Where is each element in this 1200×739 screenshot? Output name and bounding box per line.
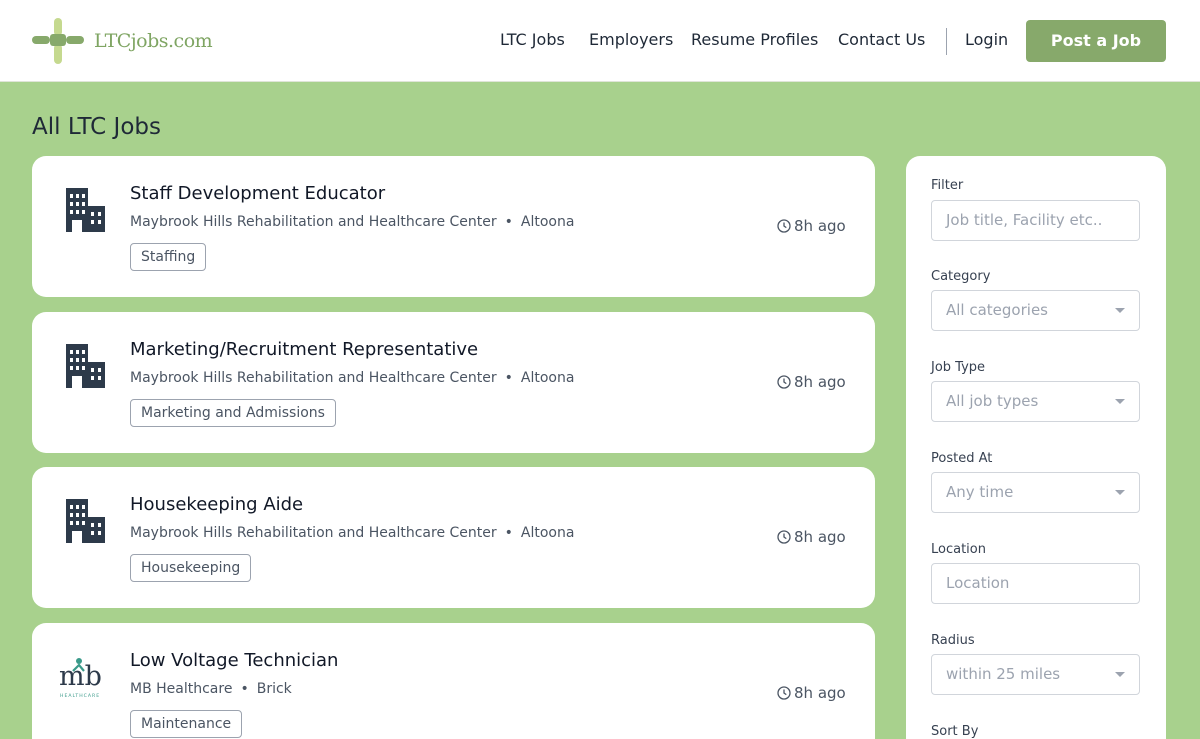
job-type-label: Job Type <box>931 360 986 375</box>
job-title[interactable]: Marketing/Recruitment Representative <box>130 339 478 360</box>
job-location: Altoona <box>520 214 575 230</box>
category-tag[interactable]: Maintenance <box>130 710 243 738</box>
location-label: Location <box>931 542 986 557</box>
job-meta: MB Healthcare • Brick <box>130 681 292 697</box>
category-tag[interactable]: Housekeeping <box>130 554 252 582</box>
posted-time-text: 8h ago <box>794 373 846 391</box>
job-title[interactable]: Housekeeping Aide <box>130 494 303 515</box>
job-title[interactable]: Low Voltage Technician <box>130 650 338 671</box>
page-title: All LTC Jobs <box>32 114 161 140</box>
posted-time: 8h ago <box>777 684 846 702</box>
sort-by-label: Sort By <box>931 724 979 739</box>
job-title[interactable]: Staff Development Educator <box>130 183 385 204</box>
chevron-down-icon <box>1115 308 1125 313</box>
category-select-value: All categories <box>946 301 1048 319</box>
site-logo[interactable]: LTCjobs.com <box>32 18 213 64</box>
svg-text:HEALTHCARE: HEALTHCARE <box>60 693 100 699</box>
company-name: Maybrook Hills Rehabilitation and Health… <box>130 214 497 230</box>
job-card[interactable]: mb HEALTHCARE Low Voltage Technician MB … <box>32 623 875 739</box>
location-input[interactable]: Location <box>931 563 1140 604</box>
filter-sidebar: Filter Job title, Facility etc.. Categor… <box>906 156 1166 739</box>
job-card[interactable]: Housekeeping Aide Maybrook Hills Rehabil… <box>32 467 875 608</box>
building-icon <box>66 499 105 543</box>
company-name: Maybrook Hills Rehabilitation and Health… <box>130 525 497 541</box>
post-job-button[interactable]: Post a Job <box>1026 20 1166 62</box>
clock-icon <box>777 686 791 700</box>
job-location: Altoona <box>520 525 575 541</box>
job-meta: Maybrook Hills Rehabilitation and Health… <box>130 370 574 386</box>
building-icon <box>66 344 105 388</box>
separator-dot: • <box>504 214 513 230</box>
nav-divider <box>946 28 947 55</box>
job-location: Altoona <box>520 370 575 386</box>
posted-time: 8h ago <box>777 528 846 546</box>
login-link[interactable]: Login <box>965 30 1008 49</box>
posted-at-label: Posted At <box>931 451 993 466</box>
separator-dot: • <box>504 370 513 386</box>
radius-select-value: within 25 miles <box>946 665 1061 683</box>
posted-at-select[interactable]: Any time <box>931 472 1140 513</box>
radius-select[interactable]: within 25 miles <box>931 654 1140 695</box>
nav-employers[interactable]: Employers <box>589 30 673 49</box>
clock-icon <box>777 375 791 389</box>
job-meta: Maybrook Hills Rehabilitation and Health… <box>130 525 574 541</box>
posted-time: 8h ago <box>777 373 846 391</box>
job-card[interactable]: Marketing/Recruitment Representative May… <box>32 312 875 453</box>
radius-label: Radius <box>931 633 975 648</box>
nav-resume-profiles[interactable]: Resume Profiles <box>691 30 818 49</box>
mb-healthcare-logo: mb HEALTHCARE <box>59 658 109 699</box>
building-icon <box>66 188 105 232</box>
clock-icon <box>777 530 791 544</box>
posted-time-text: 8h ago <box>794 528 846 546</box>
posted-at-select-value: Any time <box>946 483 1014 501</box>
posted-time-text: 8h ago <box>794 684 846 702</box>
job-meta: Maybrook Hills Rehabilitation and Health… <box>130 214 574 230</box>
site-header: LTCjobs.com LTC Jobs Employers Resume Pr… <box>0 0 1200 82</box>
brand-name: LTCjobs.com <box>94 30 213 52</box>
posted-time-text: 8h ago <box>794 217 846 235</box>
category-tag[interactable]: Staffing <box>130 243 207 271</box>
job-location: Brick <box>256 681 292 697</box>
category-select[interactable]: All categories <box>931 290 1140 331</box>
clock-icon <box>777 219 791 233</box>
job-card[interactable]: Staff Development Educator Maybrook Hill… <box>32 156 875 297</box>
filter-label: Filter <box>931 178 964 193</box>
nav-ltc-jobs[interactable]: LTC Jobs <box>500 30 565 49</box>
cross-logo-icon <box>32 18 84 64</box>
chevron-down-icon <box>1115 399 1125 404</box>
company-name: MB Healthcare <box>130 681 233 697</box>
category-tag[interactable]: Marketing and Admissions <box>130 399 336 427</box>
separator-dot: • <box>504 525 513 541</box>
chevron-down-icon <box>1115 672 1125 677</box>
filter-search-input[interactable]: Job title, Facility etc.. <box>931 200 1140 241</box>
nav-contact-us[interactable]: Contact Us <box>838 30 925 49</box>
posted-time: 8h ago <box>777 217 846 235</box>
company-name: Maybrook Hills Rehabilitation and Health… <box>130 370 497 386</box>
job-type-select[interactable]: All job types <box>931 381 1140 422</box>
job-type-select-value: All job types <box>946 392 1039 410</box>
category-label: Category <box>931 269 991 284</box>
chevron-down-icon <box>1115 490 1125 495</box>
separator-dot: • <box>240 681 249 697</box>
